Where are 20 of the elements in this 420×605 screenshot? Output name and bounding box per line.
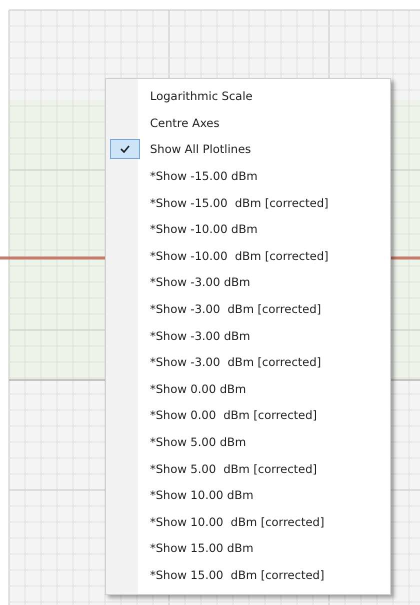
menu-item[interactable]: *Show 15.00 dBm (106, 535, 390, 562)
menu-item[interactable]: Show All Plotlines (106, 136, 390, 163)
menu-item[interactable]: *Show 10.00 dBm (106, 482, 390, 508)
checkmark-icon (120, 145, 130, 154)
menu-item[interactable]: *Show -3.00 dBm [corrected] (106, 296, 390, 322)
menu-item[interactable]: *Show -15.00 dBm (106, 162, 390, 190)
menu-item[interactable]: *Show 5.00 dBm (106, 428, 390, 456)
menu-item[interactable]: *Show -15.00 dBm [corrected] (106, 189, 390, 216)
menu-item[interactable]: Logarithmic Scale (106, 83, 390, 110)
menu-item[interactable]: Centre Axes (106, 110, 390, 136)
menu-item[interactable]: *Show 0.00 dBm (106, 376, 390, 402)
menu-item[interactable]: *Show 15.00 dBm [corrected] (106, 562, 390, 588)
menu-item[interactable]: *Show -10.00 dBm (106, 216, 390, 243)
menu-item[interactable]: *Show 0.00 dBm [corrected] (106, 402, 390, 429)
menu-item[interactable]: *Show -10.00 dBm [corrected] (106, 242, 390, 270)
menu-item[interactable]: *Show -3.00 dBm (106, 322, 390, 349)
menu-item[interactable]: *Show 5.00 dBm [corrected] (106, 455, 390, 482)
menu-item[interactable]: *Show 10.00 dBm [corrected] (106, 508, 390, 536)
menu-item[interactable]: *Show -3.00 dBm (106, 269, 390, 296)
menu-item[interactable]: *Show -3.00 dBm [corrected] (106, 348, 390, 376)
